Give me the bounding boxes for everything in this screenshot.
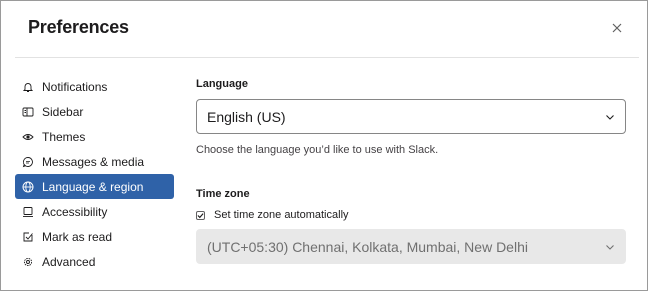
- check-box-icon: [22, 231, 34, 243]
- language-label: Language: [196, 78, 248, 90]
- auto-timezone-label: Set time zone automatically: [214, 209, 349, 221]
- bell-icon: [22, 81, 34, 93]
- globe-icon: [22, 181, 34, 193]
- dialog-title: Preferences: [28, 17, 129, 37]
- close-icon: [612, 23, 622, 33]
- eye-icon: [22, 131, 34, 143]
- sidebar-item-themes[interactable]: Themes: [15, 124, 174, 149]
- sidebar-item-messages-media[interactable]: Messages & media: [15, 149, 174, 174]
- sidebar-item-notifications[interactable]: Notifications: [15, 74, 174, 99]
- sidebar-item-accessibility[interactable]: Accessibility: [15, 199, 174, 224]
- header-divider: [15, 57, 639, 58]
- message-icon: [22, 156, 34, 168]
- sidebar-item-advanced[interactable]: Advanced: [15, 249, 174, 274]
- auto-timezone-checkbox-row[interactable]: Set time zone automatically: [196, 209, 349, 221]
- sidebar-item-label: Accessibility: [42, 204, 108, 219]
- sidebar-item-mark-as-read[interactable]: Mark as read: [15, 224, 174, 249]
- chevron-down-icon: [606, 115, 614, 120]
- sidebar-item-label: Themes: [42, 129, 86, 144]
- preferences-dialog: Preferences Notifications Sidebar Themes: [0, 0, 648, 291]
- timezone-select-value: (UTC+05:30) Chennai, Kolkata, Mumbai, Ne…: [207, 238, 528, 255]
- sidebar-icon: [22, 106, 34, 118]
- sidebar-item-label: Mark as read: [42, 229, 113, 244]
- checkmark-icon: [197, 212, 204, 218]
- keyboard-icon: [22, 206, 34, 218]
- chevron-down-icon: [606, 245, 614, 250]
- language-help-text: Choose the language you’d like to use wi…: [196, 144, 439, 156]
- language-select[interactable]: English (US): [196, 99, 626, 134]
- sidebar-item-label: Messages & media: [42, 154, 145, 169]
- gear-icon: [22, 256, 34, 268]
- preferences-sidebar: Notifications Sidebar Themes Messages & …: [15, 74, 174, 274]
- timezone-select: (UTC+05:30) Chennai, Kolkata, Mumbai, Ne…: [196, 229, 626, 264]
- sidebar-item-label: Sidebar: [42, 104, 84, 119]
- auto-timezone-checkbox[interactable]: [196, 210, 205, 220]
- sidebar-item-label: Notifications: [42, 79, 108, 94]
- sidebar-item-label: Language & region: [42, 179, 144, 194]
- timezone-label: Time zone: [196, 188, 250, 200]
- sidebar-item-language-region[interactable]: Language & region: [15, 174, 174, 199]
- close-button[interactable]: [604, 15, 630, 41]
- language-select-value: English (US): [207, 108, 286, 125]
- sidebar-item-sidebar[interactable]: Sidebar: [15, 99, 174, 124]
- sidebar-item-label: Advanced: [42, 254, 96, 269]
